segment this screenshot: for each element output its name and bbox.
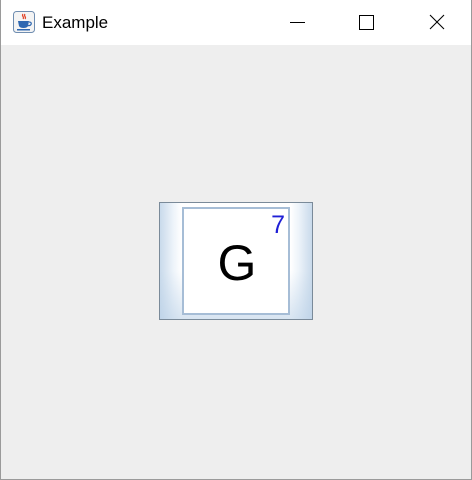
tile-score: 7 — [271, 211, 285, 239]
app-window: Example G 7 — [0, 0, 472, 480]
java-coffee-cup-icon[interactable] — [13, 11, 35, 33]
window-title: Example — [42, 13, 109, 32]
content-pane: G 7 — [1, 45, 471, 479]
close-button[interactable] — [402, 0, 470, 45]
letter-tile-button[interactable]: G 7 — [159, 202, 313, 320]
minimize-button[interactable] — [263, 0, 331, 45]
letter-tile: G 7 — [182, 207, 290, 315]
title-bar[interactable]: Example — [1, 0, 471, 45]
maximize-button[interactable] — [332, 0, 400, 45]
